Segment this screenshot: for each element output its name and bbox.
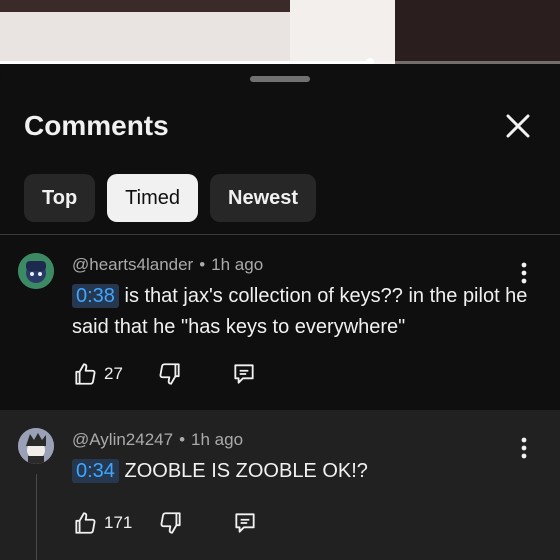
thumbs-up-icon: [75, 512, 96, 534]
drag-handle[interactable]: [250, 76, 310, 82]
comment-time: 1h ago: [191, 430, 244, 449]
timestamp-link[interactable]: 0:38: [72, 284, 119, 308]
thumbs-down-icon: [160, 512, 181, 534]
comments-sheet: Comments Top Timed Newest @hearts4lander…: [0, 64, 560, 560]
close-button[interactable]: [500, 108, 536, 144]
reply-icon: [234, 364, 254, 384]
like-button[interactable]: 171: [72, 510, 132, 536]
thumbs-down-icon: [159, 363, 180, 385]
comment-text: 0:38 is that jax's collection of keys?? …: [72, 281, 532, 343]
comment-time: 1h ago: [211, 255, 264, 274]
timestamp-link[interactable]: 0:34: [72, 459, 119, 483]
like-count: 27: [104, 364, 123, 383]
filter-chip-newest[interactable]: Newest: [210, 174, 317, 222]
comments-title: Comments: [24, 110, 169, 141]
reply-icon: [235, 513, 255, 533]
comment-item[interactable]: @Aylin24247 • 1h ago 0:34 ZOOBLE IS ZOOBLE…: [0, 410, 560, 560]
comment-actions: 171: [72, 510, 258, 536]
reply-button[interactable]: [232, 510, 258, 536]
comment-meta: @Aylin24247 • 1h ago: [72, 430, 243, 450]
comment-body: is that jax's collection of keys?? in th…: [72, 285, 528, 338]
avatar[interactable]: [18, 428, 54, 464]
thread-line: [36, 474, 37, 560]
avatar-image: [18, 428, 54, 464]
comment-actions: 27: [72, 361, 257, 387]
dislike-button[interactable]: [157, 361, 183, 387]
video-frame-region: [290, 0, 395, 64]
filter-chip-timed[interactable]: Timed: [107, 174, 198, 222]
like-button[interactable]: 27: [72, 361, 123, 387]
filter-chip-top[interactable]: Top: [24, 174, 96, 222]
thumbs-up-icon: [75, 363, 96, 385]
avatar-image: [18, 253, 54, 289]
like-count: 171: [104, 513, 133, 532]
comment-text: 0:34 ZOOBLE IS ZOOBLE OK!?: [72, 456, 532, 487]
comment-meta: @hearts4lander • 1h ago: [72, 255, 263, 275]
video-player[interactable]: [0, 0, 560, 64]
dislike-button[interactable]: [158, 510, 184, 536]
video-frame-region: [395, 0, 560, 64]
meta-separator: •: [179, 430, 186, 449]
filter-chips: Top Timed Newest: [24, 174, 317, 222]
meta-separator: •: [199, 255, 206, 274]
comment-item[interactable]: @hearts4lander • 1h ago 0:38 is that jax's…: [0, 235, 560, 410]
avatar[interactable]: [18, 253, 54, 289]
comment-body: ZOOBLE IS ZOOBLE OK!?: [124, 460, 368, 482]
comment-author[interactable]: @Aylin24247: [72, 430, 173, 449]
reply-button[interactable]: [231, 361, 257, 387]
close-icon: [506, 114, 530, 138]
comment-author[interactable]: @hearts4lander: [72, 255, 193, 274]
